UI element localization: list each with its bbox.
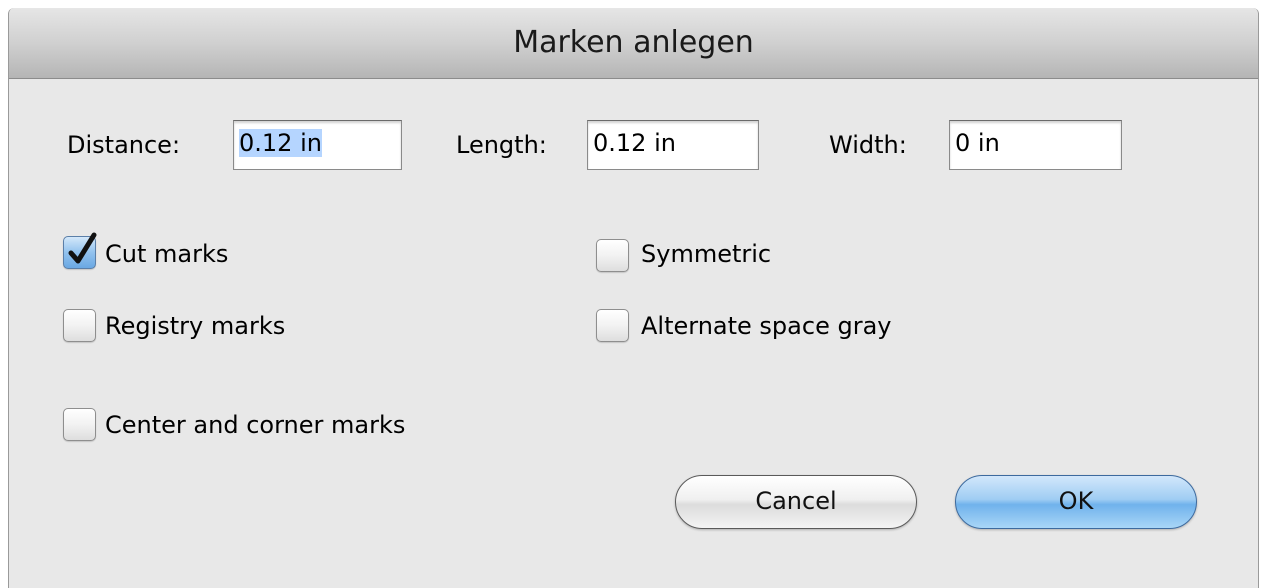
length-field[interactable]: 0.12 in: [587, 120, 759, 170]
length-label: Length:: [456, 131, 547, 159]
ok-button[interactable]: OK: [955, 475, 1197, 529]
dialog-title: Marken anlegen: [9, 8, 1258, 79]
symmetric-label[interactable]: Symmetric: [641, 240, 771, 268]
registry-marks-label[interactable]: Registry marks: [105, 312, 285, 340]
checkmark-icon: [68, 232, 97, 264]
marks-dialog: Marken anlegen Distance: 0.12 in Length:…: [8, 8, 1259, 588]
width-label: Width:: [829, 131, 907, 159]
cancel-button[interactable]: Cancel: [675, 475, 917, 529]
cut-marks-checkbox[interactable]: [63, 232, 97, 269]
alternate-space-gray-label[interactable]: Alternate space gray: [641, 312, 891, 340]
distance-value: 0.12 in: [239, 129, 322, 157]
cut-marks-label[interactable]: Cut marks: [105, 240, 228, 268]
length-value: 0.12 in: [593, 129, 676, 157]
distance-label: Distance:: [67, 131, 181, 159]
width-value: 0 in: [955, 129, 1000, 157]
center-and-corner-marks-checkbox[interactable]: [63, 408, 96, 441]
distance-field[interactable]: 0.12 in: [233, 120, 402, 170]
center-and-corner-marks-label[interactable]: Center and corner marks: [105, 411, 405, 439]
width-field[interactable]: 0 in: [949, 120, 1122, 170]
registry-marks-checkbox[interactable]: [63, 309, 96, 342]
alternate-space-gray-checkbox[interactable]: [596, 309, 629, 342]
symmetric-checkbox[interactable]: [596, 239, 629, 272]
